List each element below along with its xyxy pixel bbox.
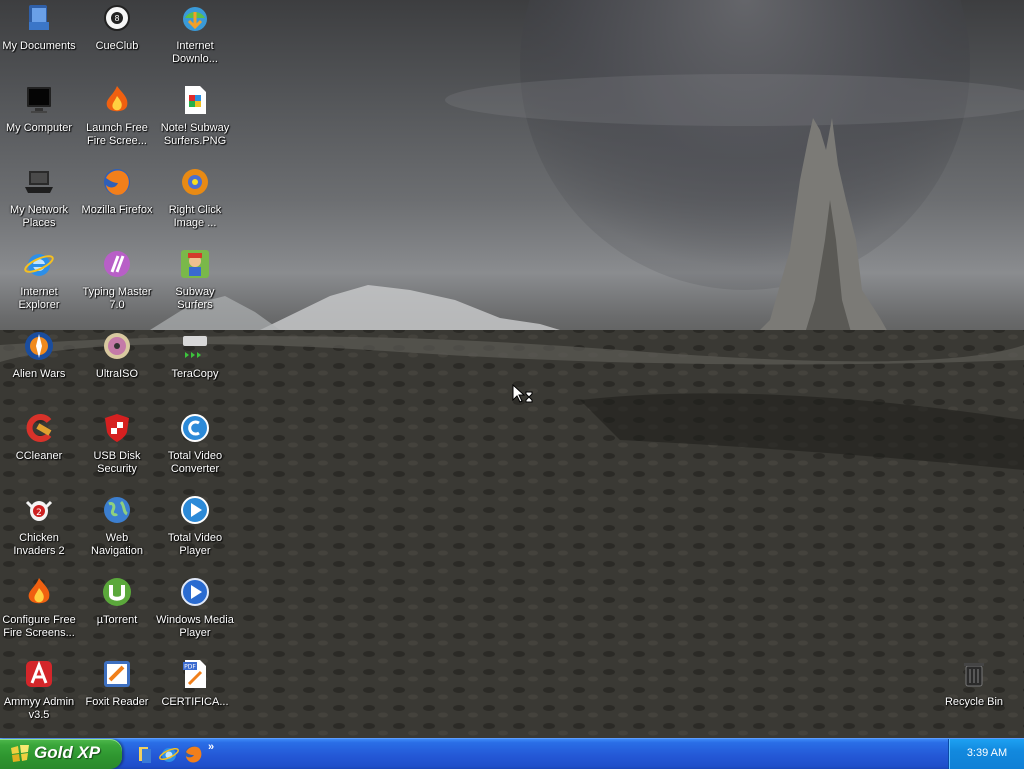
ammyy-logo-icon [26, 660, 52, 687]
cueclub-label: CueClub [95, 40, 139, 52]
web-navigation-label: Web Navigation [91, 532, 143, 557]
svg-text:PDF: PDF [184, 664, 196, 671]
configure-free-fire-screensaver-icon[interactable]: Configure Free Fire Screens... [0, 576, 78, 640]
firefox-icon[interactable] [182, 743, 204, 765]
teracopy-icon[interactable]: TeraCopy [156, 330, 234, 381]
svg-text:8: 8 [114, 14, 119, 23]
typing-master-icon[interactable]: Typing Master 7.0 [78, 248, 156, 312]
ammyy-admin-icon[interactable]: Ammyy Admin v3.5 [0, 658, 78, 722]
clock[interactable]: 3:39 AM [949, 747, 1024, 759]
configure-free-fire-screensaver-label: Configure Free Fire Screens... [2, 614, 76, 639]
subway-surfers-png-label: Note! Subway Surfers.PNG [160, 122, 230, 147]
cueclub-icon[interactable]: 8 CueClub [78, 2, 156, 53]
ultraiso-icon[interactable]: UltraISO [78, 330, 156, 381]
folder-icon [29, 5, 49, 30]
chicken-icon: 2 [25, 500, 53, 521]
ccleaner-label: CCleaner [15, 450, 63, 462]
chicken-invaders-2-label: Chicken Invaders 2 [13, 532, 65, 557]
subway-surfers-png-icon[interactable]: Note! Subway Surfers.PNG [156, 84, 234, 148]
idm-logo-icon [183, 7, 207, 31]
subway-surfers-label: Subway Surfers [175, 286, 215, 311]
my-computer-label: My Computer [5, 122, 73, 134]
busy-cursor-icon [512, 384, 533, 403]
usb-disk-security-label: USB Disk Security [93, 450, 141, 475]
flame-icon [106, 86, 128, 112]
usb-disk-security-icon[interactable]: USB Disk Security [78, 412, 156, 476]
internet-explorer-icon [24, 254, 54, 276]
billiard-ball-icon: 8 [104, 5, 130, 31]
windows-media-player-label: Windows Media Player [156, 614, 234, 639]
utorrent-logo-icon [103, 578, 131, 606]
firefox-icon [104, 169, 130, 195]
foxit-logo-icon [104, 661, 130, 687]
internet-explorer-desktop-icon[interactable]: Internet Explorer [0, 248, 78, 312]
flame-icon [28, 578, 50, 604]
utorrent-icon[interactable]: µTorrent [78, 576, 156, 627]
certificate-pdf-icon[interactable]: PDF CERTIFICA... [156, 658, 234, 709]
recycle-bin-label: Recycle Bin [944, 696, 1004, 708]
total-video-player-icon[interactable]: Total Video Player [156, 494, 234, 558]
mozilla-firefox-label: Mozilla Firefox [81, 204, 153, 216]
drive-arrows-icon [183, 336, 207, 358]
subway-surfers-icon[interactable]: Subway Surfers [156, 248, 234, 312]
taskbar: Gold XP » 3:39 AM [0, 738, 1024, 769]
pdf-file-icon: PDF [183, 660, 206, 688]
cd-disc-icon [104, 333, 130, 359]
alien-wars-emblem-icon [25, 332, 53, 360]
quick-launch-chevron-icon[interactable]: » [208, 741, 214, 753]
ccleaner-icon[interactable]: CCleaner [0, 412, 78, 463]
monitor-icon [27, 87, 51, 113]
foxit-reader-label: Foxit Reader [85, 696, 149, 708]
ammyy-admin-label: Ammyy Admin v3.5 [3, 696, 75, 721]
my-computer-icon[interactable]: My Computer [0, 84, 78, 135]
shield-icon [105, 414, 129, 442]
laptop-icon [25, 171, 53, 193]
media-player-icon [181, 578, 209, 606]
launch-free-fire-screensaver-label: Launch Free Fire Scree... [86, 122, 148, 147]
alien-wars-icon[interactable]: Alien Wars [0, 330, 78, 381]
internet-download-manager-icon[interactable]: Internet Downlo... [156, 2, 234, 66]
windows-flag-icon [11, 745, 29, 762]
alien-wars-label: Alien Wars [12, 368, 66, 380]
total-video-converter-label: Total Video Converter [167, 450, 223, 475]
globe-icon [104, 497, 130, 523]
typing-master-label: Typing Master 7.0 [82, 286, 152, 311]
teracopy-label: TeraCopy [171, 368, 219, 380]
my-documents-label: My Documents [2, 40, 76, 52]
recycle-bin-icon[interactable]: Recycle Bin [935, 658, 1013, 709]
chicken-invaders-2-icon[interactable]: 2 Chicken Invaders 2 [0, 494, 78, 558]
right-click-image-icon[interactable]: Right Click Image ... [156, 166, 234, 230]
mozilla-firefox-icon[interactable]: Mozilla Firefox [78, 166, 156, 217]
my-network-places-icon[interactable]: My Network Places [0, 166, 78, 230]
svg-text:2: 2 [36, 508, 42, 518]
trash-can-icon [964, 663, 984, 687]
certificate-pdf-label: CERTIFICA... [161, 696, 229, 708]
play-icon [181, 496, 209, 524]
my-documents-icon[interactable]: My Documents [0, 2, 78, 53]
sunburst-icon [182, 169, 208, 195]
image-file-icon [185, 86, 206, 114]
typing-master-logo-icon [104, 251, 130, 277]
total-video-player-label: Total Video Player [167, 532, 223, 557]
my-network-places-label: My Network Places [9, 204, 69, 229]
utorrent-label: µTorrent [96, 614, 138, 626]
foxit-reader-icon[interactable]: Foxit Reader [78, 658, 156, 709]
internet-download-manager-label: Internet Downlo... [172, 40, 218, 65]
right-click-image-label: Right Click Image ... [168, 204, 222, 229]
internet-explorer-label: Internet Explorer [18, 286, 60, 311]
ccleaner-logo-icon [26, 414, 52, 442]
web-navigation-icon[interactable]: Web Navigation [78, 494, 156, 558]
converter-icon [181, 414, 209, 442]
launch-free-fire-screensaver-icon[interactable]: Launch Free Fire Scree... [78, 84, 156, 148]
subway-surfers-character-icon [181, 250, 209, 278]
windows-media-player-icon[interactable]: Windows Media Player [156, 576, 234, 640]
show-desktop-icon[interactable] [134, 743, 156, 765]
internet-explorer-icon[interactable] [158, 743, 180, 765]
start-label: Gold XP [34, 743, 101, 762]
total-video-converter-icon[interactable]: Total Video Converter [156, 412, 234, 476]
ultraiso-label: UltraISO [95, 368, 139, 380]
system-tray: 3:39 AM [948, 739, 1024, 769]
start-button[interactable]: Gold XP [0, 739, 122, 769]
desktop[interactable]: My Documents My Computer My Network Plac… [0, 0, 1024, 738]
